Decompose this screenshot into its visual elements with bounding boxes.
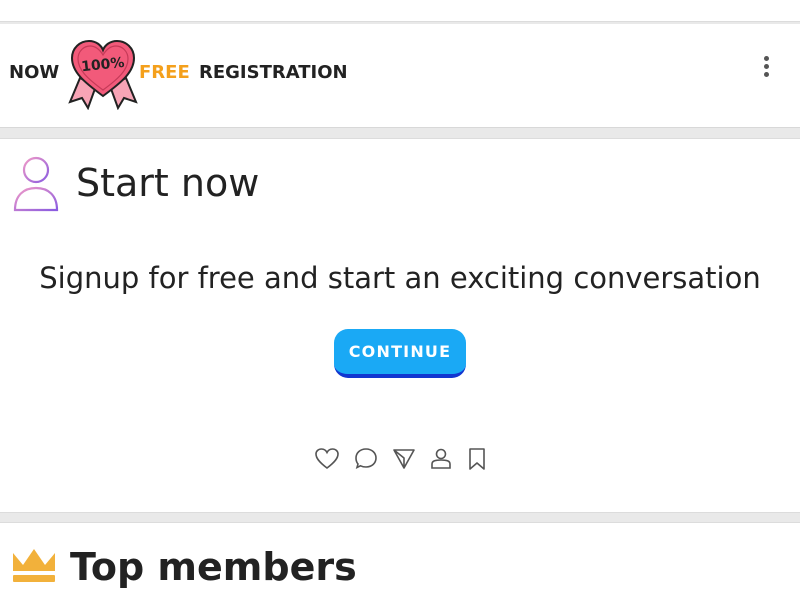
promo-now-text: NOW	[9, 62, 60, 83]
user-icon[interactable]	[428, 446, 454, 472]
promo-bar: NOW 100% FREE REGISTRATION	[0, 24, 800, 128]
heart-icon[interactable]	[314, 446, 340, 472]
heart-badge-icon: 100%	[68, 39, 138, 110]
section-title: Top members	[70, 545, 357, 589]
crown-icon	[13, 549, 55, 582]
top-strip	[0, 0, 800, 22]
promo-free-text: FREE	[139, 62, 190, 83]
bookmark-icon[interactable]	[464, 446, 490, 472]
action-bar	[314, 446, 490, 472]
top-members-section: Top members	[0, 522, 800, 600]
comment-icon[interactable]	[353, 446, 379, 472]
card-title: Start now	[76, 161, 260, 205]
promo-registration-text: REGISTRATION	[199, 62, 348, 83]
card-subtitle: Signup for free and start an exciting co…	[39, 261, 761, 295]
user-profile-icon	[13, 156, 59, 212]
continue-button[interactable]: CONTINUE	[334, 329, 466, 378]
more-options-icon[interactable]	[756, 54, 776, 80]
send-icon[interactable]	[391, 446, 417, 472]
start-now-card: Start now Signup for free and start an e…	[0, 138, 800, 513]
